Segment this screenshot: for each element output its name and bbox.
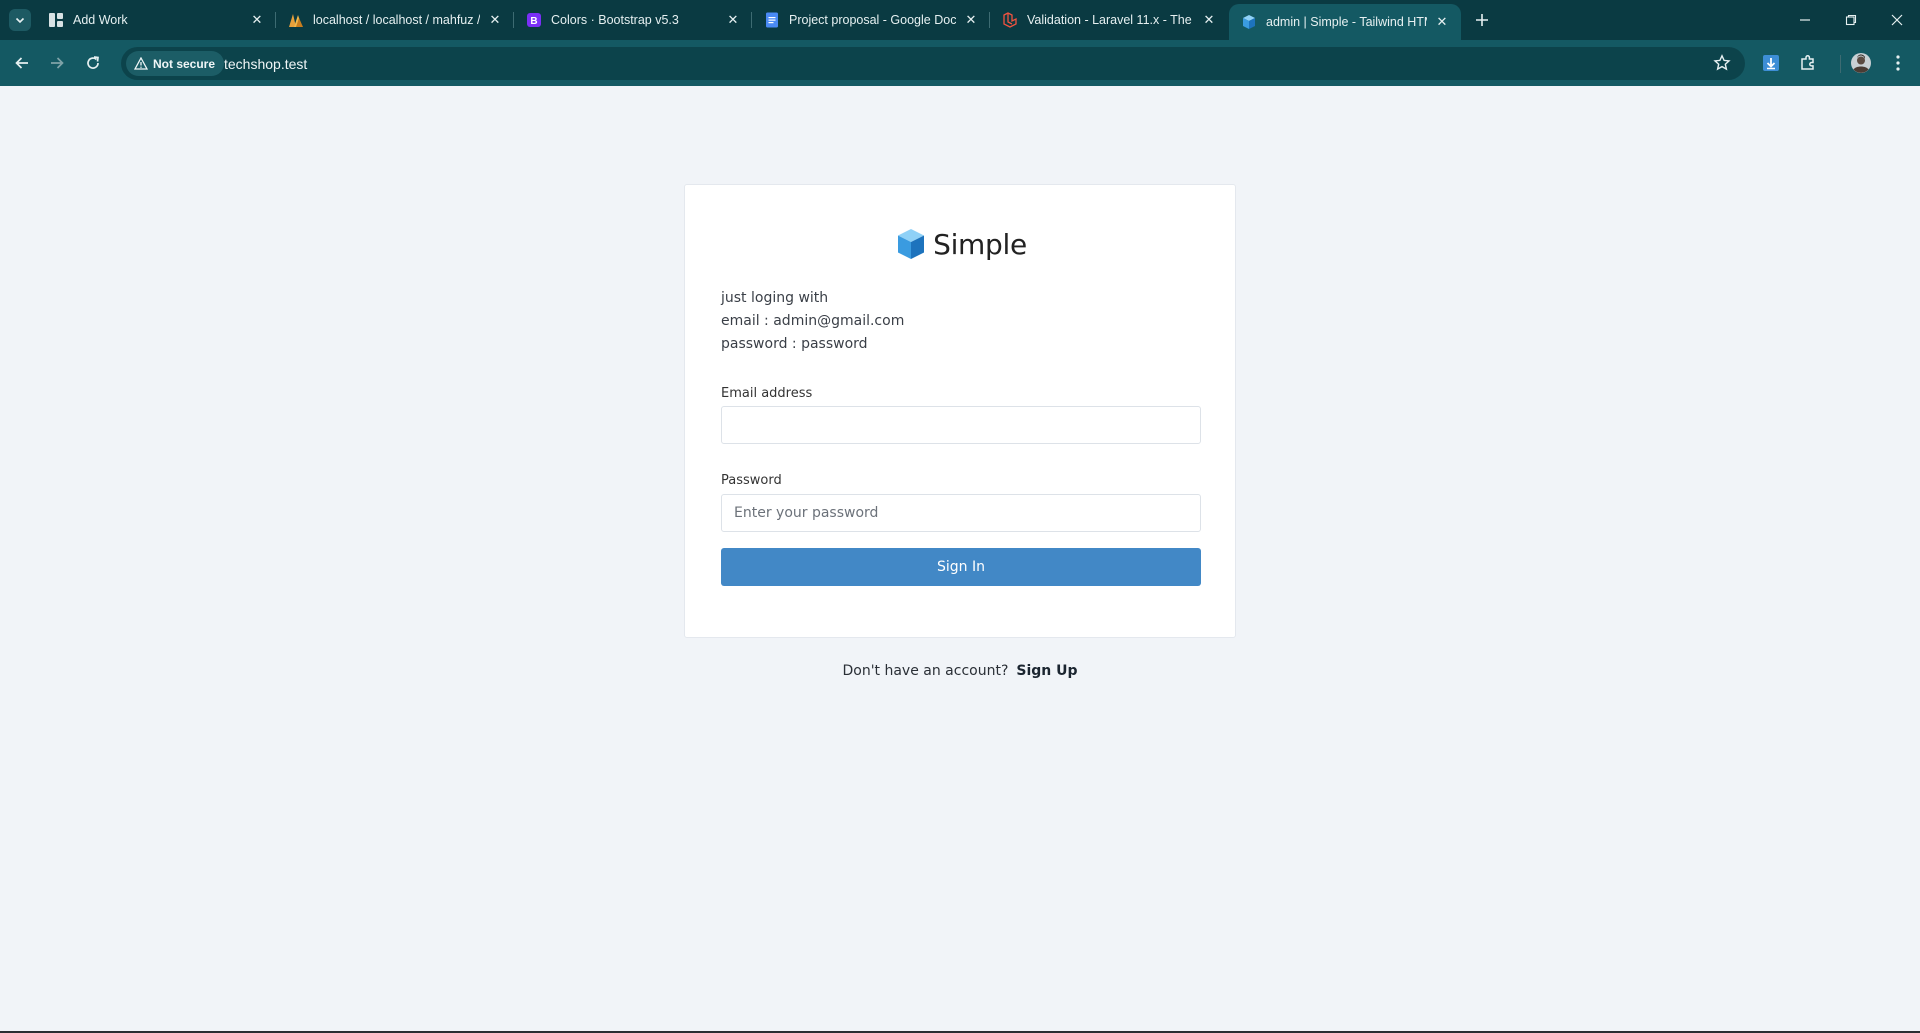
puzzle-icon: [1801, 55, 1814, 70]
phpmyadmin-icon: [288, 12, 304, 28]
browser-tab[interactable]: localhost / localhost / mahfuz / ... ✕: [276, 0, 514, 40]
restore-icon: [1845, 14, 1857, 26]
plus-icon: [1476, 14, 1488, 26]
sign-in-button[interactable]: Sign In: [721, 548, 1201, 586]
hint-line: email : admin@gmail.com: [721, 313, 905, 329]
sign-up-link[interactable]: Sign Up: [1016, 663, 1077, 679]
chevron-down-icon: [15, 17, 25, 24]
browser-tab-active[interactable]: admin | Simple - Tailwind HTML ✕: [1229, 4, 1461, 40]
browser-tab[interactable]: B Colors · Bootstrap v5.3 ✕: [514, 0, 752, 40]
browser-tab-bar: Add Work ✕ localhost / localhost / mahfu…: [0, 0, 1920, 40]
bootstrap-icon: B: [526, 12, 542, 28]
tab-title: localhost / localhost / mahfuz / ...: [313, 13, 480, 27]
brand[interactable]: Simple: [685, 227, 1237, 261]
email-field[interactable]: [721, 406, 1201, 444]
svg-text:B: B: [530, 16, 537, 27]
forward-button[interactable]: [45, 51, 69, 75]
close-icon[interactable]: ✕: [248, 11, 266, 29]
restore-button[interactable]: [1828, 0, 1874, 40]
browser-tab[interactable]: Validation - Laravel 11.x - The PHP ✕: [990, 0, 1228, 40]
close-icon: [1891, 14, 1903, 26]
browser-tab[interactable]: Add Work ✕: [36, 0, 276, 40]
password-label: Password: [721, 473, 782, 488]
browser-tab[interactable]: Project proposal - Google Docs ✕: [752, 0, 990, 40]
browser-menu-button[interactable]: [1886, 51, 1910, 75]
profile-button[interactable]: [1849, 51, 1873, 75]
tab-title: Add Work: [73, 13, 128, 27]
password-field[interactable]: [721, 494, 1201, 532]
address-bar[interactable]: Not secure techshop.test: [121, 47, 1745, 80]
minimize-button[interactable]: [1782, 0, 1828, 40]
toolbar-divider: [1840, 55, 1841, 73]
security-indicator[interactable]: Not secure: [126, 51, 225, 76]
hint-line: just loging with: [721, 290, 829, 306]
tab-title: Colors · Bootstrap v5.3: [551, 13, 679, 27]
email-label: Email address: [721, 386, 813, 401]
layout-icon: [48, 12, 64, 28]
brand-name: Simple: [933, 227, 1027, 261]
close-icon[interactable]: ✕: [1433, 13, 1451, 31]
new-tab-button[interactable]: [1470, 9, 1494, 31]
login-card: Simple just loging with email : admin@gm…: [684, 184, 1236, 638]
tab-search-button[interactable]: [9, 9, 31, 31]
arrow-left-icon: [15, 57, 28, 69]
browser-toolbar: Not secure techshop.test: [0, 40, 1920, 86]
reload-button[interactable]: [81, 51, 105, 75]
tab-title: Validation - Laravel 11.x - The PHP: [1027, 13, 1194, 27]
google-docs-icon: [764, 12, 780, 28]
extensions-button[interactable]: [1796, 51, 1820, 75]
login-hint: just loging with email : admin@gmail.com…: [721, 287, 904, 356]
reload-icon: [87, 56, 99, 69]
url-text[interactable]: techshop.test: [224, 47, 307, 80]
download-button[interactable]: [1759, 51, 1783, 75]
laravel-icon: [1002, 12, 1018, 28]
more-vertical-icon: [1896, 55, 1900, 71]
close-icon[interactable]: ✕: [962, 11, 980, 29]
avatar: [1851, 53, 1871, 73]
cube-logo-icon: [898, 229, 925, 259]
close-icon[interactable]: ✕: [1200, 11, 1218, 29]
close-icon[interactable]: ✕: [486, 11, 504, 29]
back-button[interactable]: [10, 51, 34, 75]
tab-title: admin | Simple - Tailwind HTML: [1266, 15, 1427, 29]
close-window-button[interactable]: [1874, 0, 1920, 40]
bookmark-star-icon[interactable]: [1713, 54, 1731, 77]
arrow-right-icon: [51, 57, 64, 69]
hint-line: password : password: [721, 336, 868, 352]
cube-icon: [1241, 14, 1257, 30]
minimize-icon: [1800, 19, 1810, 21]
security-label: Not secure: [153, 56, 216, 71]
download-icon: [1763, 55, 1779, 71]
close-icon[interactable]: ✕: [724, 11, 742, 29]
signup-prompt: Don't have an account? Sign Up: [0, 663, 1920, 679]
signup-prompt-text: Don't have an account?: [842, 663, 1009, 679]
warning-icon: [134, 57, 148, 70]
tab-title: Project proposal - Google Docs: [789, 13, 956, 27]
